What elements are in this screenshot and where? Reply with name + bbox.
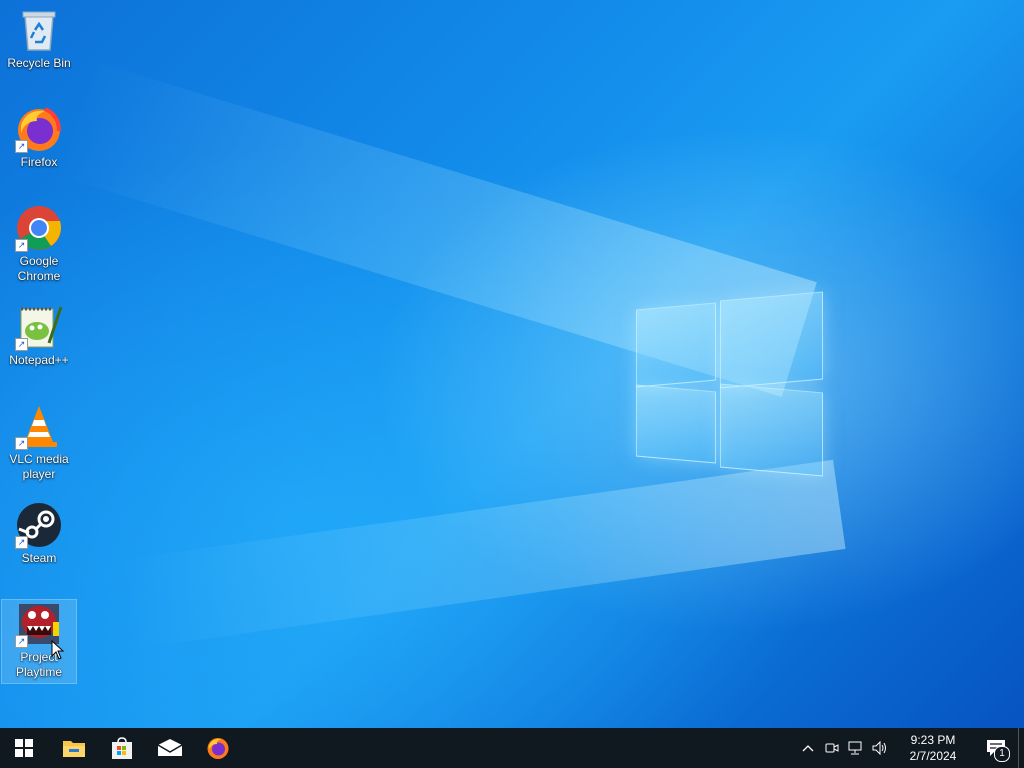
desktop-icon-label: Recycle Bin: [7, 56, 71, 70]
notepad-plus-plus-icon: ↗: [15, 303, 63, 351]
clock[interactable]: 9:23 PM 2/7/2024: [898, 732, 968, 764]
shortcut-arrow-icon: ↗: [15, 437, 28, 450]
firefox-icon: [207, 738, 229, 759]
desktop-icon-vlc[interactable]: ↗ VLC media player: [2, 398, 76, 485]
clock-time: 9:23 PM: [910, 733, 956, 747]
desktop-icon-recycle-bin[interactable]: Recycle Bin: [2, 2, 76, 74]
desktop-icon-firefox[interactable]: ↗ Firefox: [2, 101, 76, 173]
mail-icon: [157, 739, 183, 756]
shortcut-arrow-icon: ↗: [15, 536, 28, 549]
shortcut-arrow-icon: ↗: [15, 338, 28, 351]
light-beam: [120, 459, 846, 650]
shortcut-arrow-icon: ↗: [15, 635, 28, 648]
network-icon[interactable]: [844, 728, 868, 768]
start-icon: [15, 739, 33, 757]
shortcut-arrow-icon: ↗: [15, 140, 28, 153]
desktop-icon-steam[interactable]: ↗ Steam: [2, 497, 76, 569]
desktop-icon-label: Firefox: [20, 155, 58, 169]
microsoft-store-icon: [112, 737, 132, 759]
vlc-icon: ↗: [15, 402, 63, 450]
desktop-wallpaper[interactable]: [0, 0, 1024, 728]
file-explorer-button[interactable]: [50, 728, 98, 768]
action-center-button[interactable]: 1: [974, 728, 1018, 768]
firefox-icon: ↗: [15, 105, 63, 153]
system-tray: 9:23 PM 2/7/2024 1: [796, 728, 1024, 768]
mouse-cursor-icon: [51, 640, 65, 660]
meet-now-icon[interactable]: [820, 728, 844, 768]
desktop-icon-label: VLC media player: [9, 452, 69, 481]
microsoft-store-button[interactable]: [98, 728, 146, 768]
volume-icon[interactable]: [868, 728, 892, 768]
shortcut-arrow-icon: ↗: [15, 239, 28, 252]
chrome-icon: ↗: [15, 204, 63, 252]
taskbar: 9:23 PM 2/7/2024 1: [0, 728, 1024, 768]
clock-date: 2/7/2024: [909, 749, 957, 763]
desktop-icon-notepad-plus-plus[interactable]: ↗ Notepad++: [2, 299, 76, 371]
desktop-icon-label: Steam: [21, 551, 57, 565]
firefox-taskbar-button[interactable]: [194, 728, 242, 768]
chevron-up-icon[interactable]: [796, 728, 820, 768]
start-button[interactable]: [0, 728, 48, 768]
desktop-icon-google-chrome[interactable]: ↗ Google Chrome: [2, 200, 76, 287]
file-explorer-icon: [63, 741, 85, 757]
notification-count-badge: 1: [994, 746, 1010, 762]
desktop-icon-label: Google Chrome: [17, 254, 61, 283]
desktop-icon-label: Notepad++: [9, 353, 69, 367]
steam-icon: ↗: [15, 501, 63, 549]
show-desktop-button[interactable]: [1018, 728, 1024, 768]
recycle-bin-icon: [15, 6, 63, 54]
mail-button[interactable]: [146, 728, 194, 768]
windows-logo-wallpaper: [636, 288, 824, 480]
